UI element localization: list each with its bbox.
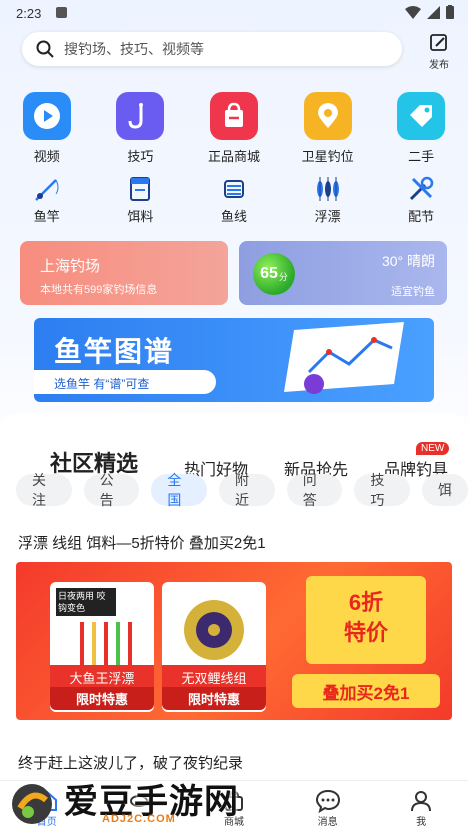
gear-label: 鱼线 [220,209,247,224]
tools-icon [401,174,441,204]
product-tag: 限时特惠 [162,687,266,710]
banner-subtitle: 选鱼竿 有“谱”可查 [34,370,216,394]
battery-icon [446,5,454,19]
gear-label: 鱼竿 [33,209,60,224]
weather-card[interactable]: 65 分 30° 晴朗 适宜钓鱼 [239,241,447,305]
notification-icon [56,7,67,18]
buy-offer-button[interactable]: 叠加买2免1 [292,674,440,708]
fishing-rod-icon [27,174,67,204]
gear-bait[interactable]: 饵料 [94,174,188,225]
watermark-url: ADJ2C.COM [102,813,176,825]
fishing-line-icon [214,174,254,204]
feature-grid: 视频 技巧 正品商城 卫星钓位 二手 [0,92,468,165]
tile-label: 正品商城 [207,149,260,164]
chip-notice[interactable]: 公告 [83,472,140,508]
community-tabs: 社区精选 热门好物 新品抢先 品牌钓具 NEW [0,430,468,479]
tile-label: 卫星钓位 [301,149,354,164]
chip-nationwide[interactable]: 全国 [151,472,208,508]
status-bar: 2:23 [0,0,468,26]
search-placeholder: 搜钓场、技巧、视频等 [64,41,204,57]
publish-label: 发布 [429,60,449,71]
fishing-hook-icon [116,92,165,140]
gear-grid: 鱼竿 饵料 鱼线 浮漂 配节 [0,174,468,225]
nav-messages[interactable]: 消息 [281,781,375,832]
gear-rod[interactable]: 鱼竿 [0,174,94,225]
gear-tools[interactable]: 配节 [374,174,468,225]
discount-line1: 6折 [348,590,384,615]
signal-icon [427,5,440,19]
nav-me[interactable]: 我 [374,781,468,832]
community-section: 社区精选 热门好物 新品抢先 品牌钓具 NEW 关注 公告 全国 附近 问答 技… [0,414,468,832]
post-title[interactable]: 终于赶上这波儿了，破了夜钓纪录 [18,752,243,773]
promo-banner[interactable]: 日夜两用 咬钩变色 大鱼王浮漂 限时特惠 无双鲤线组 限时特惠 6折 特价 叠加… [16,562,452,720]
watermark-logo-icon [12,784,52,824]
location-pin-icon [303,92,352,140]
watermark: 爱豆手游网 ADJ2C.COM [6,772,256,830]
tile-video[interactable]: 视频 [0,92,94,165]
rod-catalog-banner[interactable]: 鱼竿图谱 选鱼竿 有“谱”可查 [34,318,434,402]
status-time: 2:23 [16,6,42,21]
chip-follow[interactable]: 关注 [16,472,72,508]
product-card-line[interactable]: 无双鲤线组 限时特惠 [162,582,266,712]
wifi-icon [405,5,421,19]
product-tag: 限时特惠 [50,687,154,710]
video-play-icon [22,92,71,140]
product-card-float[interactable]: 日夜两用 咬钩变色 大鱼王浮漂 限时特惠 [50,582,154,712]
gear-label: 浮漂 [314,209,341,224]
tile-second-hand[interactable]: 二手 [374,92,468,165]
spot-subtitle: 本地共有599家钓场信息 [40,284,158,296]
tile-label: 视频 [33,149,60,164]
gear-line[interactable]: 鱼线 [187,174,281,225]
tile-label: 二手 [408,149,435,164]
float-icon [308,174,348,204]
bait-icon [120,174,160,204]
discount-badge: 6折 特价 [306,576,426,664]
spot-title: 上海钓场 [40,258,101,275]
gear-float[interactable]: 浮漂 [281,174,375,225]
status-icons [405,5,454,19]
message-icon [315,789,340,813]
banner-title: 鱼竿图谱 [54,336,175,367]
chip-qa[interactable]: 问答 [286,472,343,508]
fishing-line-spool-icon [184,600,244,660]
new-badge: NEW [416,442,450,455]
edit-icon [430,34,447,51]
tile-skills[interactable]: 技巧 [94,92,188,165]
fishing-spot-card[interactable]: 上海钓场 本地共有599家钓场信息 [20,241,228,305]
score-value: 65 [260,265,278,282]
fishing-suitability: 适宜钓鱼 [391,286,435,298]
chart-illustration-icon [284,322,404,394]
tile-label: 技巧 [127,149,154,164]
gear-label: 配节 [408,209,435,224]
chip-bait[interactable]: 饵 [422,474,468,506]
user-icon [411,791,432,812]
tile-satellite-spot[interactable]: 卫星钓位 [281,92,375,165]
discount-line2: 特价 [343,620,388,645]
fishing-score-badge: 65 分 [253,253,295,295]
gear-label: 饵料 [127,209,154,224]
filter-chips: 关注 公告 全国 附近 问答 技巧 饵 [16,472,468,508]
tag-icon [397,92,446,140]
publish-button[interactable]: 发布 [424,33,454,71]
shopping-bag-icon [209,92,258,140]
nav-label: 我 [416,817,427,828]
chip-skills[interactable]: 技巧 [354,472,411,508]
post-title[interactable]: 浮漂 线组 饵料—5折特价 叠加买2免1 [18,532,266,553]
product-note: 日夜两用 咬钩变色 [56,588,116,616]
search-icon [36,40,54,58]
score-unit: 分 [278,272,288,282]
nav-label: 消息 [317,817,338,828]
weather-text: 30° 晴朗 [381,253,435,269]
chip-nearby[interactable]: 附近 [219,472,275,508]
search-bar[interactable]: 搜钓场、技巧、视频等 [22,32,402,66]
tile-mall[interactable]: 正品商城 [187,92,281,165]
